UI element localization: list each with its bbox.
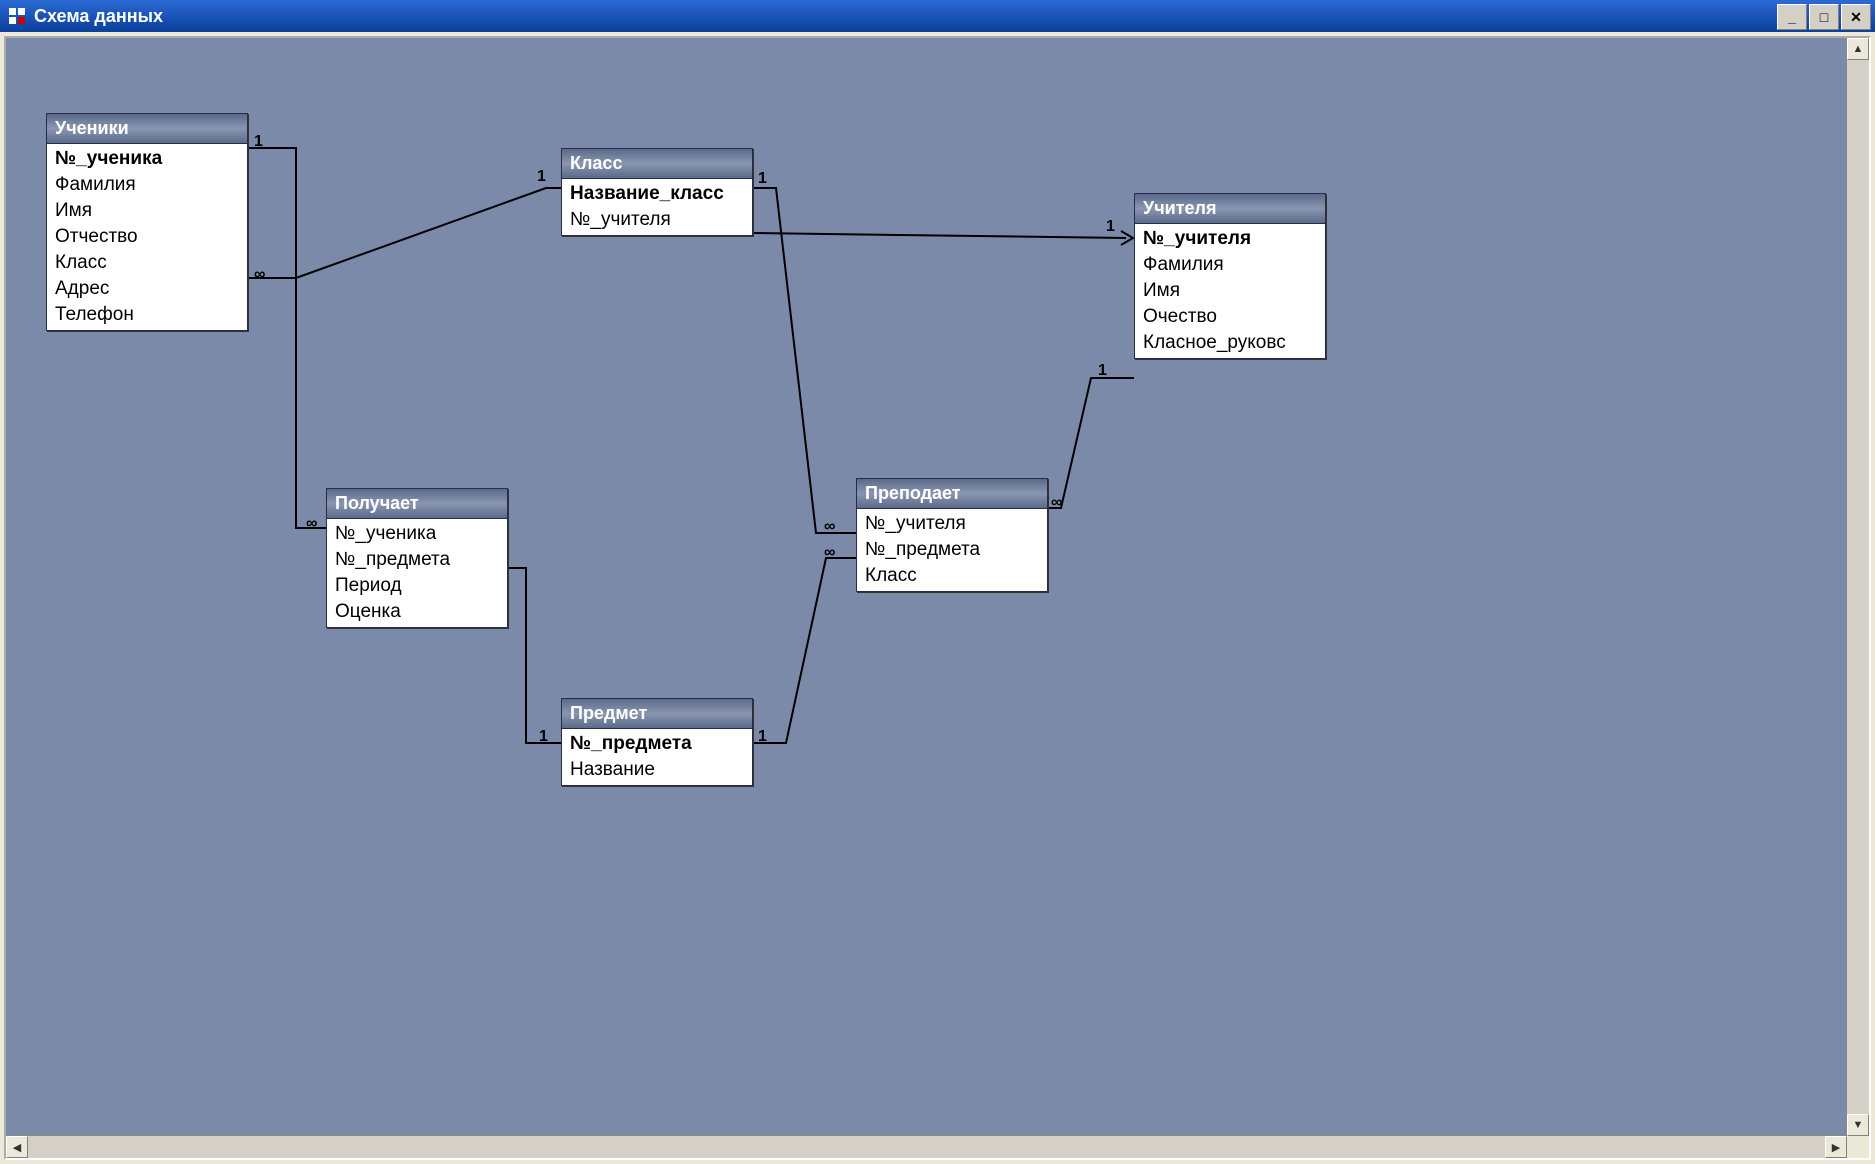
scroll-right-button[interactable]: ▶: [1825, 1136, 1847, 1158]
table-class[interactable]: Класс Название_класс №_учителя: [561, 148, 753, 236]
table-field[interactable]: Название_класс: [562, 181, 752, 207]
window-buttons: _ □ ✕: [1777, 4, 1871, 30]
table-title: Ученики: [47, 114, 247, 144]
table-title: Преподает: [857, 479, 1047, 509]
field-list: №_ученика №_предмета Период Оценка: [327, 519, 507, 627]
cardinality-label: ∞: [824, 544, 835, 562]
maximize-button[interactable]: □: [1809, 4, 1839, 30]
scroll-down-button[interactable]: ▼: [1847, 1114, 1869, 1136]
table-students[interactable]: Ученики №_ученика Фамилия Имя Отчество К…: [46, 113, 248, 331]
table-field[interactable]: №_учителя: [1135, 226, 1325, 252]
table-field[interactable]: №_ученика: [47, 146, 247, 172]
table-field[interactable]: Адрес: [47, 276, 247, 302]
diagram-canvas[interactable]: 1 ∞ ∞ 1 1 1 ∞ 1 ∞ 1 ∞ 1 ∞ Ученики №_учен…: [6, 38, 1847, 1136]
table-field[interactable]: Период: [327, 573, 507, 599]
table-field[interactable]: Имя: [47, 198, 247, 224]
window-title: Схема данных: [34, 6, 163, 27]
table-title: Учителя: [1135, 194, 1325, 224]
client-area: 1 ∞ ∞ 1 1 1 ∞ 1 ∞ 1 ∞ 1 ∞ Ученики №_учен…: [4, 36, 1871, 1160]
field-list: №_учителя Фамилия Имя Очество Класное_ру…: [1135, 224, 1325, 358]
cardinality-label: 1: [1098, 362, 1107, 380]
app-icon: [8, 7, 26, 25]
table-subject[interactable]: Предмет №_предмета Название: [561, 698, 753, 786]
cardinality-label: ∞: [824, 518, 835, 536]
window-frame: Схема данных _ □ ✕: [0, 0, 1875, 1164]
table-field[interactable]: Класс: [857, 563, 1047, 589]
table-teachers[interactable]: Учителя №_учителя Фамилия Имя Очество Кл…: [1134, 193, 1326, 359]
table-field[interactable]: Фамилия: [47, 172, 247, 198]
table-field[interactable]: Отчество: [47, 224, 247, 250]
table-field[interactable]: Фамилия: [1135, 252, 1325, 278]
table-field[interactable]: Название: [562, 757, 752, 783]
table-field[interactable]: №_ученика: [327, 521, 507, 547]
table-field[interactable]: Имя: [1135, 278, 1325, 304]
table-field[interactable]: №_предмета: [857, 537, 1047, 563]
field-list: Название_класс №_учителя: [562, 179, 752, 235]
table-field[interactable]: Класс: [47, 250, 247, 276]
cardinality-label: ∞: [254, 266, 265, 284]
table-receives[interactable]: Получает №_ученика №_предмета Период Оце…: [326, 488, 508, 628]
table-field[interactable]: №_учителя: [857, 511, 1047, 537]
scrollbar-corner: [1847, 1136, 1869, 1158]
vertical-scrollbar[interactable]: ▲ ▼: [1846, 38, 1869, 1136]
titlebar[interactable]: Схема данных _ □ ✕: [0, 0, 1875, 32]
table-field[interactable]: Оценка: [327, 599, 507, 625]
close-button[interactable]: ✕: [1841, 4, 1871, 30]
table-field[interactable]: №_учителя: [562, 207, 752, 233]
table-field[interactable]: Класное_руковс: [1135, 330, 1325, 356]
minimize-button[interactable]: _: [1777, 4, 1807, 30]
cardinality-label: 1: [539, 728, 548, 746]
table-field[interactable]: Очество: [1135, 304, 1325, 330]
table-title: Класс: [562, 149, 752, 179]
table-field[interactable]: №_предмета: [562, 731, 752, 757]
cardinality-label: ∞: [306, 515, 317, 533]
table-field[interactable]: №_предмета: [327, 547, 507, 573]
table-title: Получает: [327, 489, 507, 519]
cardinality-label: ∞: [1051, 494, 1062, 512]
table-teaches[interactable]: Преподает №_учителя №_предмета Класс: [856, 478, 1048, 592]
cardinality-label: 1: [537, 168, 546, 186]
field-list: №_ученика Фамилия Имя Отчество Класс Адр…: [47, 144, 247, 330]
cardinality-label: 1: [254, 133, 263, 151]
cardinality-label: 1: [1106, 218, 1115, 236]
table-title: Предмет: [562, 699, 752, 729]
cardinality-label: 1: [758, 170, 767, 188]
field-list: №_предмета Название: [562, 729, 752, 785]
scroll-up-button[interactable]: ▲: [1847, 38, 1869, 60]
scroll-left-button[interactable]: ◀: [6, 1136, 28, 1158]
field-list: №_учителя №_предмета Класс: [857, 509, 1047, 591]
horizontal-scrollbar[interactable]: ◀ ▶: [6, 1135, 1847, 1158]
cardinality-label: 1: [758, 728, 767, 746]
table-field[interactable]: Телефон: [47, 302, 247, 328]
